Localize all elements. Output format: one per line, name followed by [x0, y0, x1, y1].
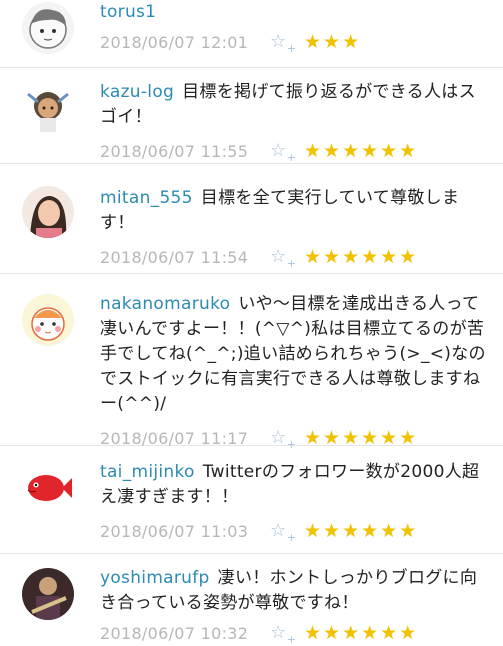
username-link[interactable]: kazu-log	[100, 82, 174, 102]
comment-list: torus1 2018/06/07 12:01 ☆ + ★★★ kazu-log 目…	[0, 0, 503, 646]
comment-item: nakanomaruko いや〜目標を達成出きる人って凄いんですよー！！(^▽^)…	[0, 274, 503, 451]
avatar[interactable]	[22, 462, 74, 514]
avatar[interactable]	[22, 186, 74, 238]
username-link[interactable]: tai_mijinko	[100, 462, 195, 482]
comment-item: tai_mijinko Twitterのフォロワー数が2000人超え凄すぎます！！…	[0, 446, 503, 554]
add-star-icon[interactable]: ☆ +	[270, 246, 296, 270]
star-rating: ★★★★★★	[304, 520, 419, 542]
star-rating: ★★★	[304, 31, 362, 53]
comment-item: yoshimarufp 凄い！ホントしっかりブログに向き合っている姿勢が尊敬ですね…	[0, 554, 503, 646]
username-link[interactable]: nakanomaruko	[100, 294, 230, 314]
timestamp: 2018/06/07 11:54	[100, 247, 249, 267]
username-link[interactable]: mitan_555	[100, 188, 193, 208]
timestamp: 2018/06/07 11:55	[100, 141, 249, 161]
timestamp: 2018/06/07 12:01	[100, 32, 249, 52]
add-star-icon[interactable]: ☆ +	[270, 622, 296, 646]
avatar[interactable]	[22, 82, 74, 134]
avatar[interactable]	[22, 2, 74, 54]
comment-item: torus1 2018/06/07 12:01 ☆ + ★★★	[0, 0, 503, 68]
avatar[interactable]	[22, 294, 74, 346]
star-rating: ★★★★★★	[304, 140, 419, 162]
username-link[interactable]: yoshimarufp	[100, 568, 210, 588]
timestamp: 2018/06/07 11:03	[100, 521, 249, 541]
comment-item: kazu-log 目標を掲げて振り返るができる人はスゴイ！ 2018/06/07 …	[0, 68, 503, 164]
comment-item: mitan_555 目標を全て実行していて尊敬します！ 2018/06/07 11…	[0, 164, 503, 274]
star-rating: ★★★★★★	[304, 246, 419, 268]
add-star-icon[interactable]: ☆ +	[270, 31, 296, 55]
timestamp: 2018/06/07 11:17	[100, 428, 249, 448]
add-star-icon[interactable]: ☆ +	[270, 520, 296, 544]
add-star-icon[interactable]: ☆ +	[270, 140, 296, 164]
star-rating: ★★★★★★	[304, 622, 419, 644]
username-link[interactable]: torus1	[100, 2, 156, 22]
avatar[interactable]	[22, 568, 74, 620]
